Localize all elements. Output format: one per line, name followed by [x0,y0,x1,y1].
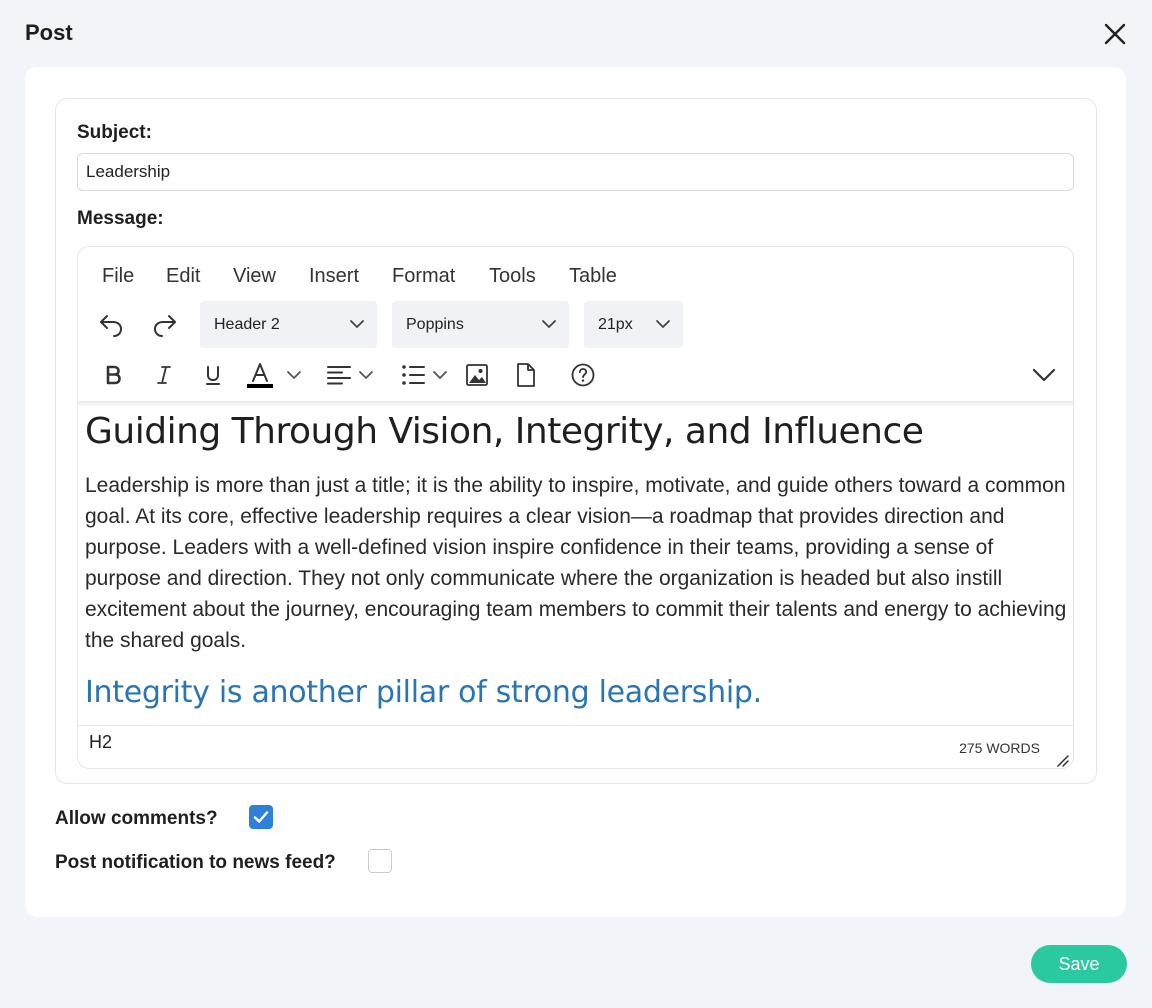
close-icon [1104,23,1126,45]
subject-label: Subject: [77,122,152,143]
menu-insert[interactable]: Insert [309,265,359,288]
checkmark-icon [253,811,269,823]
underline-button[interactable] [198,359,228,391]
menu-file[interactable]: File [102,265,134,288]
post-form-panel: Subject: Message: File Edit View Insert … [55,98,1097,784]
undo-button[interactable] [94,309,128,341]
chevron-down-icon [433,371,447,379]
news-feed-checkbox[interactable] [368,849,392,873]
help-icon [571,363,595,387]
content-heading: Guiding Through Vision, Integrity, and I… [85,411,924,452]
post-form-card: Subject: Message: File Edit View Insert … [25,67,1126,917]
allow-comments-checkbox[interactable] [249,805,273,829]
dialog-title: Post [25,20,73,45]
menu-table[interactable]: Table [569,265,617,288]
bullet-list-icon [402,365,425,385]
insert-image-button[interactable] [461,359,493,391]
more-chevron-icon [1032,368,1056,382]
bullet-list-button[interactable] [396,359,452,391]
underline-icon [206,366,220,385]
bold-button[interactable] [98,359,128,391]
news-feed-label: Post notification to news feed? [55,852,336,873]
align-left-icon [327,366,351,385]
allow-comments-label: Allow comments? [55,808,218,829]
rich-text-editor: File Edit View Insert Format Tools Table [77,246,1074,769]
editor-toolbar-row-1: Header 2 Poppins 21px [78,301,1073,349]
editor-menubar: File Edit View Insert Format Tools Table [78,265,1073,293]
undo-icon [100,315,123,337]
align-button[interactable] [322,359,378,391]
subject-input[interactable] [77,153,1074,191]
italic-button[interactable] [149,359,179,391]
chevron-down-icon [350,320,364,328]
font-size-select[interactable]: 21px [584,301,683,348]
editor-toolbar-row-2 [78,355,1073,395]
chevron-down-icon [359,371,373,379]
toolbar-divider [78,401,1073,407]
menu-format[interactable]: Format [392,265,455,288]
insert-document-button[interactable] [510,359,542,391]
close-button[interactable] [1100,19,1130,49]
message-label: Message: [77,208,164,229]
bold-icon [106,365,121,385]
editor-statusbar: H2 275 WORDS [78,725,1073,768]
help-button[interactable] [567,359,599,391]
font-size-value: 21px [598,315,633,333]
word-count: 275 WORDS [959,740,1040,756]
chevron-down-icon [542,320,556,328]
font-family-select[interactable]: Poppins [392,301,569,348]
chevron-down-icon [656,320,670,328]
resize-handle-icon[interactable] [1056,754,1070,768]
element-path[interactable]: H2 [89,732,112,753]
italic-icon [157,366,171,384]
content-subheading: Integrity is another pillar of strong le… [85,675,762,710]
block-format-value: Header 2 [214,315,280,333]
document-icon [517,363,535,387]
redo-icon [153,315,176,337]
font-family-value: Poppins [406,315,464,333]
text-color-icon [247,363,273,388]
menu-edit[interactable]: Edit [166,265,200,288]
menu-view[interactable]: View [233,265,276,288]
text-color-button[interactable] [244,357,304,393]
save-button[interactable]: Save [1031,945,1127,983]
redo-button[interactable] [148,309,182,341]
content-paragraph: Leadership is more than just a title; it… [85,474,1067,652]
block-format-select[interactable]: Header 2 [200,301,377,348]
chevron-down-icon [287,371,301,379]
image-icon [466,364,488,386]
more-tools-button[interactable] [1028,359,1060,391]
menu-tools[interactable]: Tools [489,265,536,288]
